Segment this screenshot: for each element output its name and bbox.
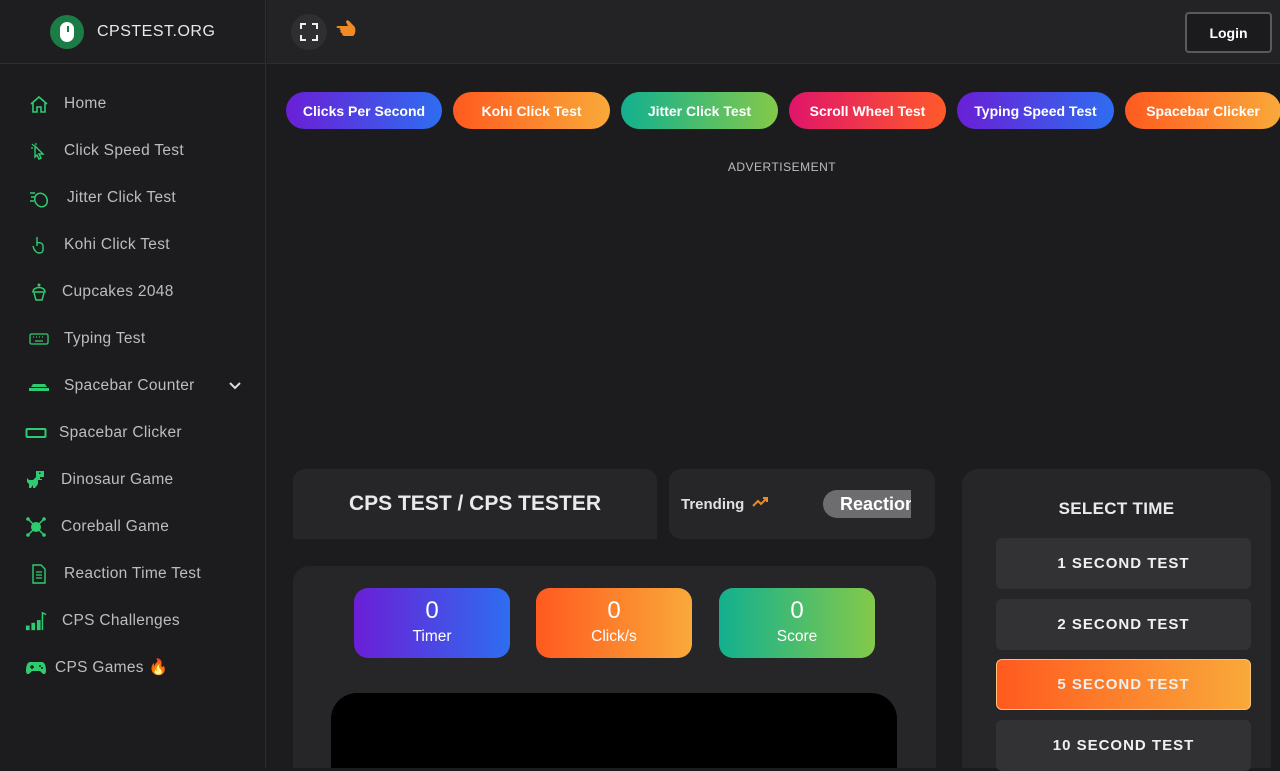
document-icon — [28, 563, 50, 585]
topbar: Login — [267, 0, 1280, 64]
spacebar-key-icon — [25, 422, 47, 444]
chip-spacebar-clicker[interactable]: Spacebar Clicker — [1125, 92, 1280, 129]
advertisement-label: ADVERTISEMENT — [727, 160, 837, 174]
login-button[interactable]: Login — [1185, 12, 1272, 53]
timer-label: Timer — [412, 628, 452, 645]
sidebar-item-cps-games[interactable]: CPS Games 🔥 — [0, 644, 265, 691]
sidebar-item-coreball-game[interactable]: Coreball Game — [0, 503, 265, 550]
test-chips: Clicks Per Second Kohi Click Test Jitter… — [286, 92, 1280, 129]
sidebar-item-label: Spacebar Counter — [64, 376, 195, 394]
sidebar-item-label: Typing Test — [64, 329, 146, 347]
dinosaur-icon — [25, 469, 47, 491]
chip-clicks-per-second[interactable]: Clicks Per Second — [286, 92, 442, 129]
mouse-logo-icon — [50, 14, 84, 49]
brand[interactable]: CPSTEST.ORG — [0, 0, 265, 64]
chip-scroll-wheel-test[interactable]: Scroll Wheel Test — [789, 92, 946, 129]
chip-typing-speed-test[interactable]: Typing Speed Test — [957, 92, 1114, 129]
sidebar-item-click-speed-test[interactable]: Click Speed Test — [0, 127, 265, 174]
time-option-2-second[interactable]: 2 SECOND TEST — [996, 599, 1251, 650]
sidebar-item-label: Dinosaur Game — [61, 470, 174, 488]
sidebar-item-label: Cupcakes 2048 — [62, 282, 174, 300]
trending-up-icon — [752, 495, 770, 513]
score-stat: 0 Score — [719, 588, 875, 658]
clicks-stat: 0 Click/s — [536, 588, 692, 658]
coreball-icon — [25, 516, 47, 538]
chip-jitter-click-test[interactable]: Jitter Click Test — [621, 92, 778, 129]
sidebar-item-label: Coreball Game — [61, 517, 170, 535]
chip-kohi-click-test[interactable]: Kohi Click Test — [453, 92, 610, 129]
spacebar-icon — [28, 375, 50, 397]
hand-pointer-icon — [28, 234, 50, 256]
sidebar-item-cupcakes-2048[interactable]: Cupcakes 2048 — [0, 268, 265, 315]
mouse-jitter-icon — [28, 187, 50, 209]
click-area[interactable] — [331, 693, 897, 768]
score-value: 0 — [790, 597, 804, 624]
sidebar-item-label: Click Speed Test — [64, 141, 184, 159]
sidebar-item-label: CPS Games 🔥 — [55, 659, 169, 676]
time-option-1-second[interactable]: 1 SECOND TEST — [996, 538, 1251, 589]
gamepad-icon — [25, 657, 47, 679]
home-icon — [28, 93, 50, 115]
pointing-hand-icon[interactable] — [335, 18, 361, 46]
sidebar-item-jitter-click-test[interactable]: Jitter Click Test — [0, 174, 265, 221]
keyboard-icon — [28, 328, 50, 350]
sidebar-item-spacebar-counter[interactable]: Spacebar Counter — [0, 362, 265, 409]
sidebar-item-kohi-click-test[interactable]: Kohi Click Test — [0, 221, 265, 268]
time-option-5-second[interactable]: 5 SECOND TEST — [996, 659, 1251, 710]
sidebar-item-typing-test[interactable]: Typing Test — [0, 315, 265, 362]
clicks-label: Click/s — [591, 628, 637, 645]
sidebar-item-cps-challenges[interactable]: CPS Challenges — [0, 597, 265, 644]
cursor-click-icon — [28, 140, 50, 162]
cupcake-icon — [28, 281, 50, 303]
game-panel: 0 Timer 0 Click/s 0 Score — [293, 566, 936, 768]
time-select-title: SELECT TIME — [1058, 499, 1175, 518]
sidebar-item-label: CPS Challenges — [62, 611, 180, 629]
sidebar-item-dinosaur-game[interactable]: Dinosaur Game — [0, 456, 265, 503]
time-option-10-second[interactable]: 10 SECOND TEST — [996, 720, 1251, 771]
score-label: Score — [776, 628, 818, 645]
clicks-value: 0 — [607, 597, 621, 624]
brand-name: CPSTEST.ORG — [97, 22, 216, 40]
timer-value: 0 — [425, 597, 439, 624]
sidebar: CPSTEST.ORG Home Click Speed Test Jitter… — [0, 0, 266, 768]
sidebar-item-label: Jitter Click Test — [67, 188, 177, 206]
timer-stat: 0 Timer — [354, 588, 510, 658]
chart-icon — [25, 610, 47, 632]
sidebar-item-reaction-time-test[interactable]: Reaction Time Test — [0, 550, 265, 597]
sidebar-item-label: Home — [64, 94, 107, 112]
sidebar-item-label: Kohi Click Test — [64, 235, 170, 253]
time-select-panel: SELECT TIME 1 SECOND TEST 2 SECOND TEST … — [962, 469, 1271, 771]
fullscreen-icon[interactable] — [291, 13, 327, 50]
trending-item-link[interactable]: Reaction Time Test — [823, 490, 911, 518]
sidebar-item-label: Reaction Time Test — [64, 564, 201, 582]
sidebar-nav: Home Click Speed Test Jitter Click Test … — [0, 64, 265, 691]
page-title: CPS TEST / CPS TESTER — [293, 469, 657, 539]
chevron-down-icon[interactable] — [229, 379, 241, 393]
trending-label: Trending — [681, 495, 745, 513]
sidebar-item-home[interactable]: Home — [0, 80, 265, 127]
sidebar-item-spacebar-clicker[interactable]: Spacebar Clicker — [0, 409, 265, 456]
sidebar-item-label: Spacebar Clicker — [59, 423, 182, 441]
trending-card: Trending Reaction Time Test — [669, 469, 935, 539]
